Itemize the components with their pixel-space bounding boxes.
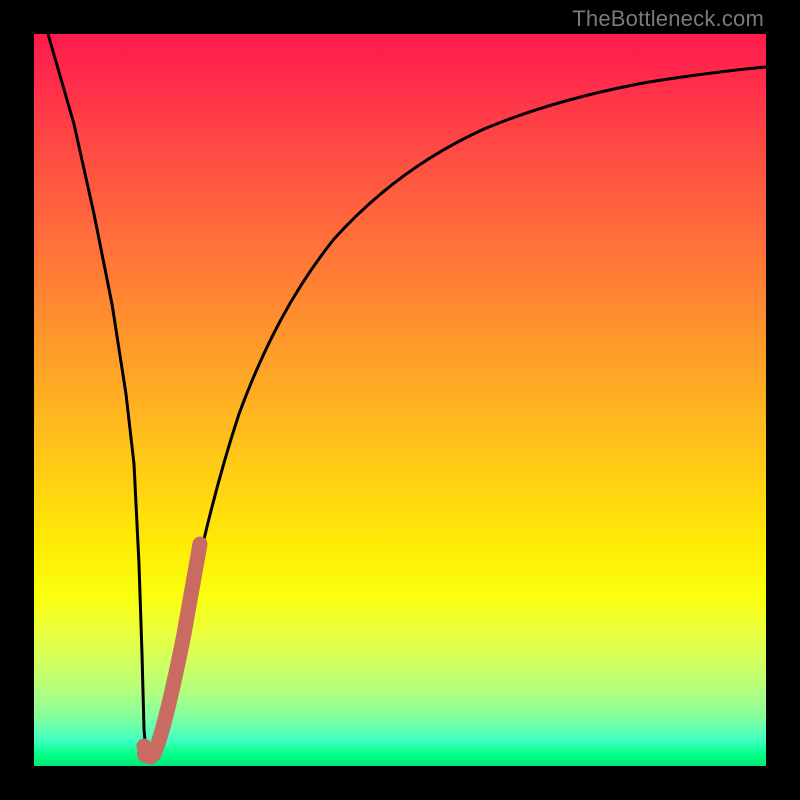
watermark-text: TheBottleneck.com (572, 6, 764, 32)
plot-area (34, 34, 766, 766)
chart-frame: TheBottleneck.com (0, 0, 800, 800)
gradient-background (34, 34, 766, 766)
